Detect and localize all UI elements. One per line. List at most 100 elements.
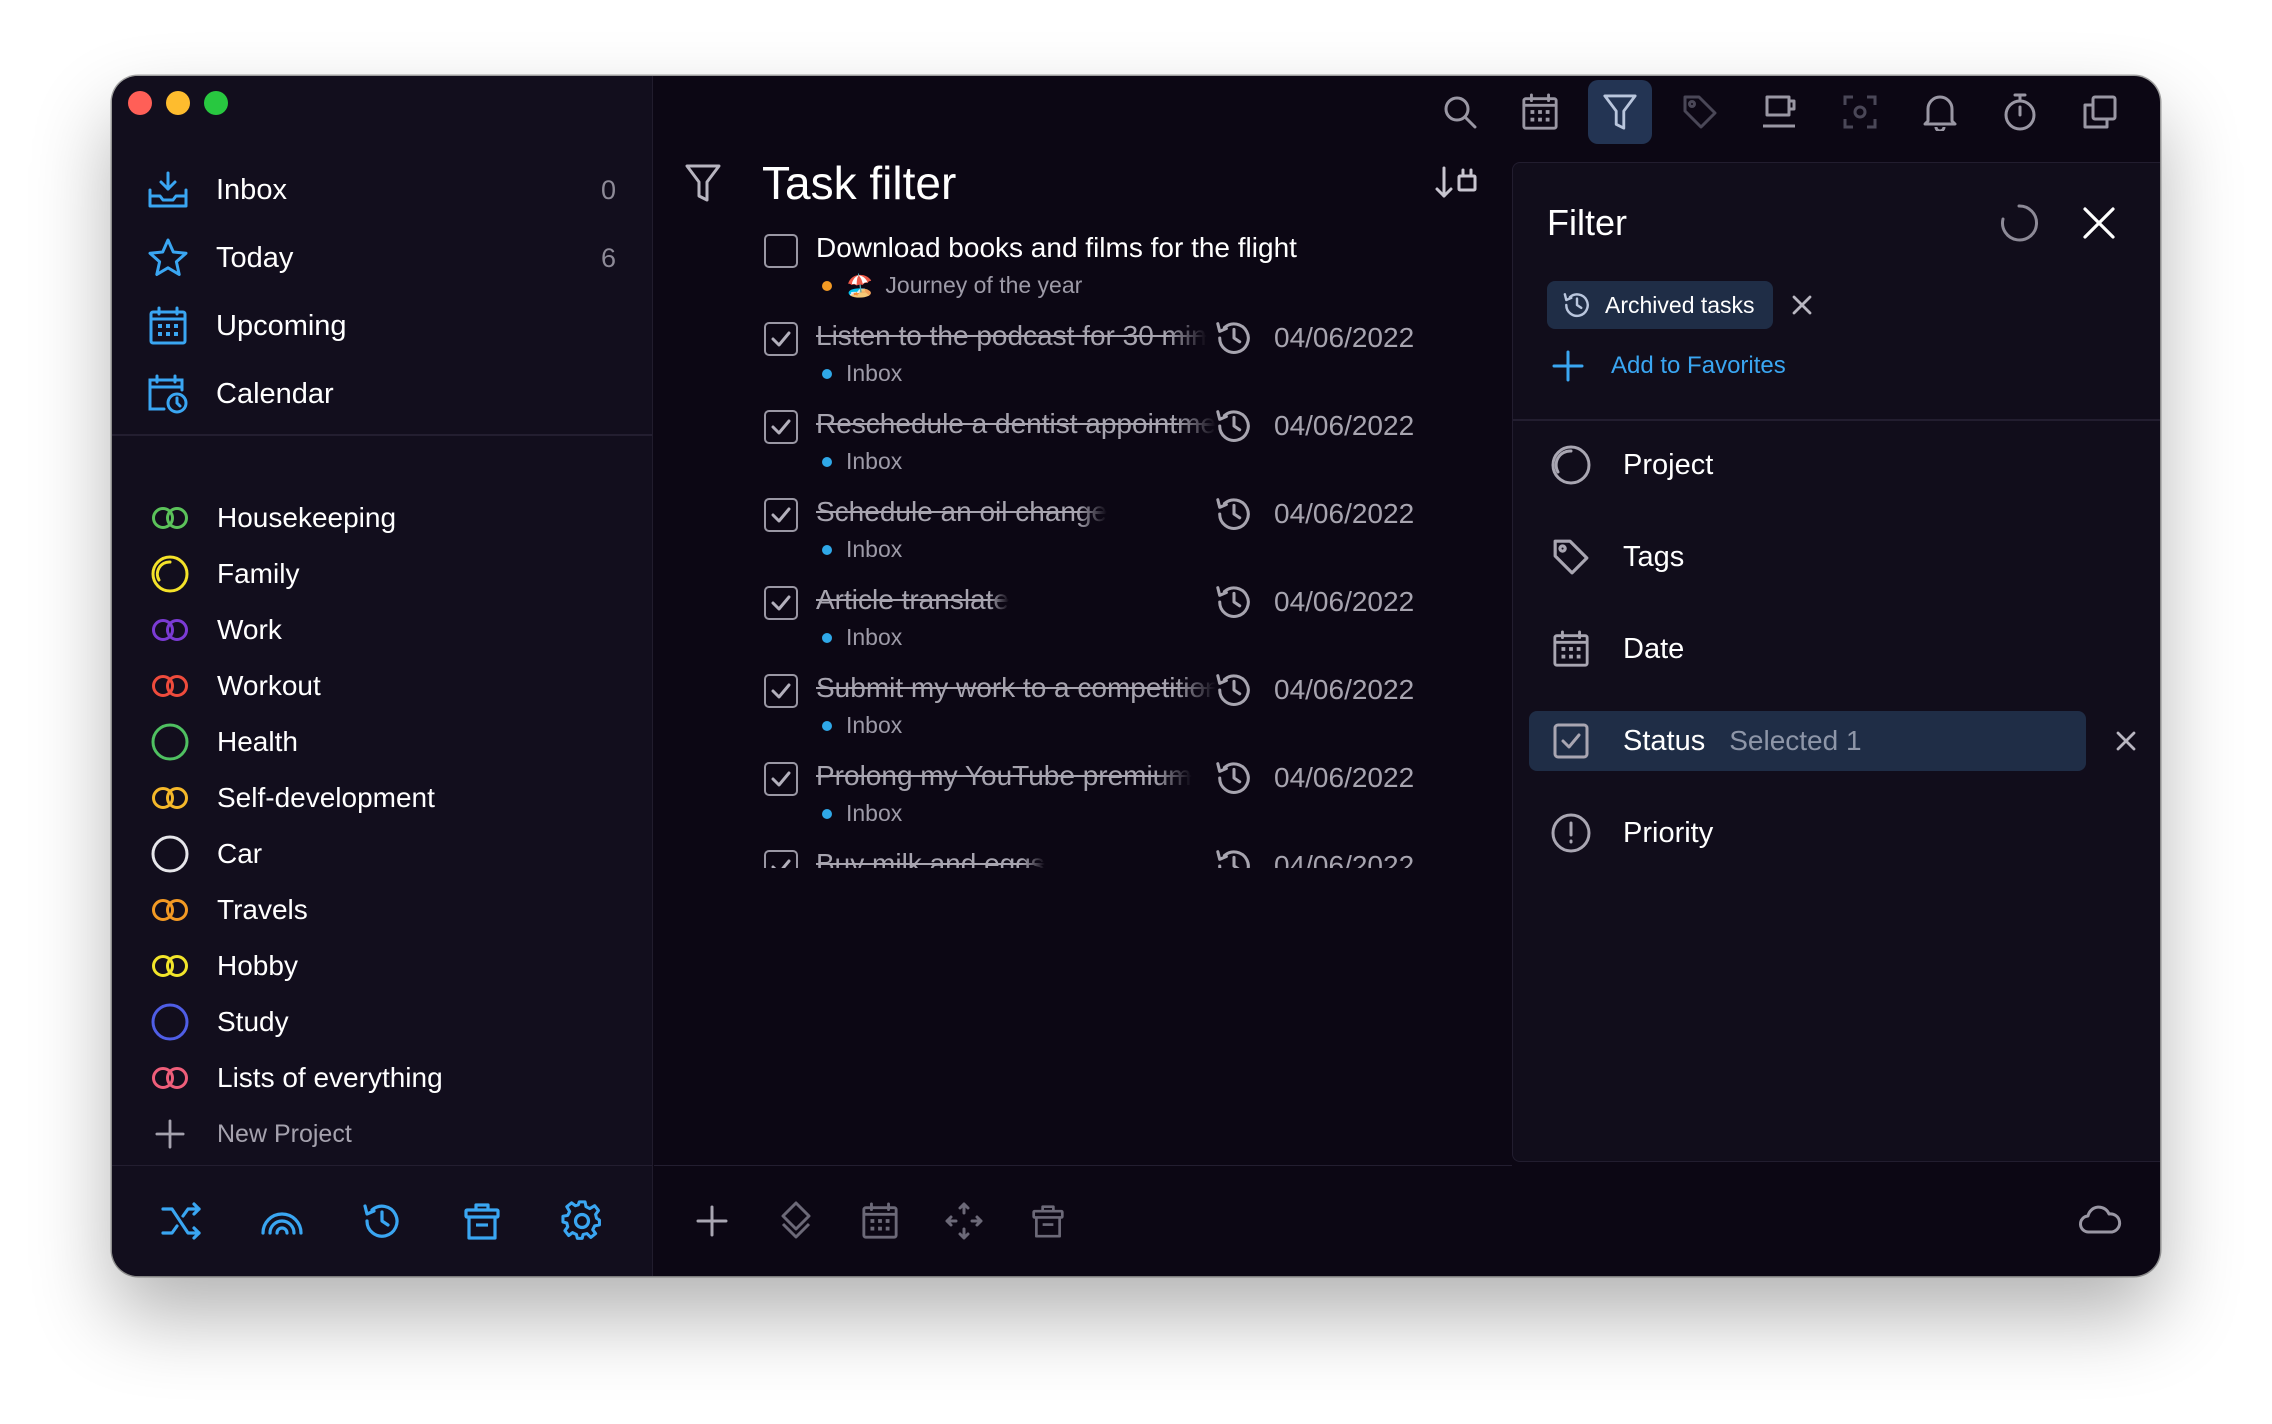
filter-item-project[interactable]: Project xyxy=(1529,435,2146,495)
inbox-count: 0 xyxy=(600,174,616,205)
history-icon[interactable] xyxy=(357,1196,407,1246)
trash-icon[interactable] xyxy=(457,1196,507,1246)
task-checkbox[interactable] xyxy=(764,762,798,796)
cloud-sync-icon[interactable] xyxy=(2076,1196,2124,1244)
timer-icon[interactable] xyxy=(1988,80,2052,144)
task-checkbox[interactable] xyxy=(764,322,798,356)
sidebar-item-project[interactable]: Travels xyxy=(112,882,652,938)
add-to-favorites-label: Add to Favorites xyxy=(1611,352,1786,379)
coffee-icon[interactable] xyxy=(1748,80,1812,144)
task-row[interactable]: Prolong my YouTube premium Inbox 04/06/2… xyxy=(764,756,1490,844)
tag-icon[interactable] xyxy=(1668,80,1732,144)
task-checkbox[interactable] xyxy=(764,674,798,708)
sidebar-item-label: Calendar xyxy=(216,377,334,410)
shuffle-icon[interactable] xyxy=(157,1196,207,1246)
today-count: 6 xyxy=(600,242,616,273)
sidebar-item-project[interactable]: Housekeeping xyxy=(112,490,652,546)
project-color-icon xyxy=(148,776,192,820)
settings-icon[interactable] xyxy=(557,1196,607,1246)
filter-icon[interactable] xyxy=(1588,80,1652,144)
sidebar-item-project[interactable]: Lists of everything xyxy=(112,1050,652,1106)
status-selected-count: Selected 1 xyxy=(1729,725,1862,756)
filter-item-status[interactable]: Status Selected 1 xyxy=(1529,711,2136,771)
sidebar-item-upcoming[interactable]: Upcoming xyxy=(112,292,652,360)
task-project-label: Inbox xyxy=(846,800,903,826)
project-dot xyxy=(822,456,832,467)
task-date: 04/06/2022 xyxy=(1274,410,1415,441)
remove-status-filter-icon[interactable] xyxy=(2108,723,2144,759)
zoom-window-button[interactable] xyxy=(204,91,228,115)
search-icon[interactable] xyxy=(1428,80,1492,144)
task-title: Article translate xyxy=(816,584,1009,615)
priority-icon xyxy=(1549,811,1593,855)
remove-chip-icon[interactable] xyxy=(1785,288,1819,322)
sort-icon[interactable] xyxy=(1432,161,1482,205)
task-archive-info: 04/06/2022 xyxy=(1212,404,1414,448)
task-checkbox[interactable] xyxy=(764,410,798,444)
minimize-window-button[interactable] xyxy=(166,91,190,115)
filter-item-date[interactable]: Date xyxy=(1529,619,2146,679)
add-to-favorites-button[interactable]: Add to Favorites xyxy=(1551,349,1786,383)
new-project-button[interactable]: New Project xyxy=(112,1106,652,1162)
focus-icon[interactable] xyxy=(1828,80,1892,144)
task-row[interactable]: Listen to the podcast for 30 min Inbox 0… xyxy=(764,316,1490,404)
task-row[interactable]: Reschedule a dentist appointment Inbox 0… xyxy=(764,404,1490,492)
sidebar-item-project[interactable]: Family xyxy=(112,546,652,602)
rainbow-icon[interactable] xyxy=(257,1196,307,1246)
filter-item-tags[interactable]: Tags xyxy=(1529,527,2146,587)
sidebar-item-label: Today xyxy=(216,241,294,274)
task-project-label: Journey of the year xyxy=(885,272,1083,298)
task-checkbox[interactable] xyxy=(764,586,798,620)
add-icon[interactable] xyxy=(690,1199,734,1243)
task-checkbox[interactable] xyxy=(764,234,798,268)
sidebar-item-inbox[interactable]: Inbox 0 xyxy=(112,156,652,224)
history-icon xyxy=(1212,404,1256,448)
task-title: Buy milk and eggs xyxy=(816,848,1045,868)
project-color-icon xyxy=(148,552,192,596)
project-dot xyxy=(822,368,832,379)
trash-icon[interactable] xyxy=(1026,1199,1070,1243)
task-project-label: Inbox xyxy=(846,448,903,474)
task-project-label: Inbox xyxy=(846,360,903,386)
task-row[interactable]: Schedule an oil change Inbox 04/06/2022 xyxy=(764,492,1490,580)
close-window-button[interactable] xyxy=(128,91,152,115)
project-color-icon xyxy=(148,944,192,988)
checkbox-icon xyxy=(1549,719,1593,763)
close-icon[interactable] xyxy=(2074,198,2124,248)
calendar-grid-icon[interactable] xyxy=(858,1199,902,1243)
arrows-icon[interactable] xyxy=(942,1199,986,1243)
bell-icon[interactable] xyxy=(1908,80,1972,144)
filter-item-priority[interactable]: Priority xyxy=(1529,803,2146,863)
reset-icon[interactable] xyxy=(1994,198,2044,248)
move-icon[interactable] xyxy=(774,1199,818,1243)
history-icon xyxy=(1561,289,1593,321)
sidebar-item-project[interactable]: Car xyxy=(112,826,652,882)
task-project: Inbox xyxy=(822,448,902,475)
task-title: Prolong my YouTube premium xyxy=(816,760,1192,791)
sidebar-item-project[interactable]: Hobby xyxy=(112,938,652,994)
filter-criteria-list: Project Tags Date Status Selected 1 Prio… xyxy=(1529,435,2146,895)
history-icon xyxy=(1212,756,1256,800)
sidebar-item-project[interactable]: Work xyxy=(112,602,652,658)
filter-item-label: Priority xyxy=(1623,816,1714,849)
sidebar-item-project[interactable]: Study xyxy=(112,994,652,1050)
copy-icon[interactable] xyxy=(2068,80,2132,144)
sidebar-item-project[interactable]: Self-development xyxy=(112,770,652,826)
task-row[interactable]: Download books and films for the flight … xyxy=(764,228,1490,316)
sidebar-item-today[interactable]: Today 6 xyxy=(112,224,652,292)
sidebar-item-project[interactable]: Health xyxy=(112,714,652,770)
inbox-icon xyxy=(146,168,190,212)
archived-tasks-chip[interactable]: Archived tasks xyxy=(1547,281,1773,329)
sidebar-item-calendar[interactable]: Calendar xyxy=(112,360,652,428)
task-row[interactable]: Article translate Inbox 04/06/2022 xyxy=(764,580,1490,668)
calendar-grid-icon[interactable] xyxy=(1508,80,1572,144)
task-row[interactable]: Submit my work to a competition Inbox 04… xyxy=(764,668,1490,756)
task-checkbox[interactable] xyxy=(764,498,798,532)
task-date: 04/06/2022 xyxy=(1274,586,1415,617)
task-checkbox[interactable] xyxy=(764,850,798,868)
task-row[interactable]: Buy milk and eggs Inbox 04/06/2022 xyxy=(764,844,1490,868)
sidebar-nav: Inbox 0 Today 6 Upcoming Calendar xyxy=(112,156,652,428)
sidebar-item-project[interactable]: Workout xyxy=(112,658,652,714)
project-color-icon xyxy=(148,720,192,764)
filter-panel: Filter Archived tasks Add to Favorites P… xyxy=(1512,162,2160,1162)
